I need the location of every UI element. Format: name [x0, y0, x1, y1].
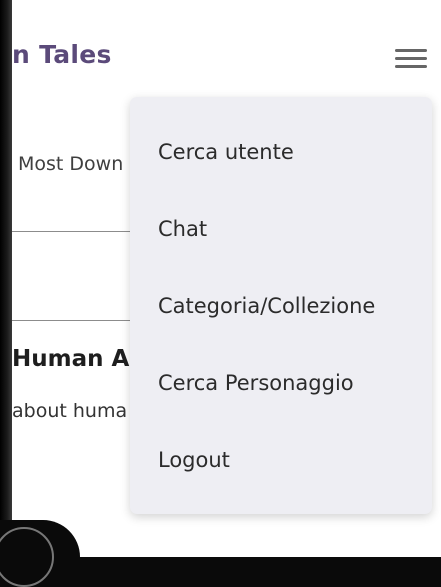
screen-edge — [0, 0, 12, 557]
divider — [12, 231, 147, 232]
menu-line — [395, 49, 427, 52]
divider — [12, 320, 147, 321]
menu-item-cerca-personaggio[interactable]: Cerca Personaggio — [130, 361, 432, 438]
brand-title[interactable]: n Tales — [12, 40, 112, 69]
app-header: n Tales — [12, 0, 441, 100]
device-corner-ring — [0, 527, 54, 587]
device-frame: n Tales Most Down Human A about huma Cer… — [0, 0, 441, 587]
menu-item-categoria-collezione[interactable]: Categoria/Collezione — [130, 284, 432, 361]
story-description: about huma — [12, 400, 128, 422]
story-title[interactable]: Human A — [12, 346, 129, 372]
menu-item-cerca-utente[interactable]: Cerca utente — [130, 130, 432, 207]
menu-item-logout[interactable]: Logout — [130, 438, 432, 515]
hamburger-menu-icon[interactable] — [395, 46, 429, 72]
menu-item-chat[interactable]: Chat — [130, 207, 432, 284]
menu-line — [395, 57, 427, 60]
menu-line — [395, 65, 427, 68]
tab-most-downloaded[interactable]: Most Down — [18, 153, 123, 175]
dropdown-menu: Cerca utente Chat Categoria/Collezione C… — [130, 97, 432, 514]
